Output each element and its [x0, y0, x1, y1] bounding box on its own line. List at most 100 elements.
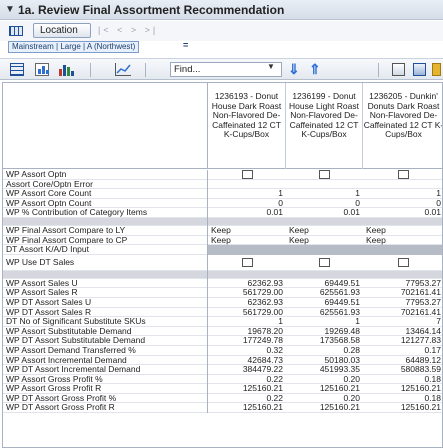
row-label: WP Assort Optn: [3, 170, 208, 180]
filter-bar: Mainstream | Large | A (Northwest) =: [0, 40, 443, 55]
row-label: WP Assort Core Count: [3, 189, 208, 199]
format-icon[interactable]: [413, 63, 426, 76]
row-label: [3, 217, 208, 226]
find-input[interactable]: Find...: [170, 62, 282, 77]
row-label: WP Assort Incremental Demand: [3, 355, 208, 366]
table-cell[interactable]: 561729.00: [208, 307, 286, 318]
table-cell[interactable]: 125160.21: [208, 403, 286, 413]
table-cell[interactable]: Keep: [363, 235, 442, 246]
table-cell[interactable]: [363, 255, 442, 271]
grid-view-icon[interactable]: [9, 26, 23, 36]
row-label: Assort Core/Optn Error: [3, 179, 208, 190]
table-cell[interactable]: 1: [286, 189, 363, 199]
data-grid: 1236193 - Donut House Dark Roast Non-Fla…: [2, 82, 443, 448]
checkbox[interactable]: [398, 170, 409, 180]
row-label: WP Assort Demand Transferred %: [3, 345, 208, 356]
row-label: WP DT Assort Sales R: [3, 307, 208, 318]
table-cell[interactable]: 125160.21: [286, 403, 363, 413]
checkbox[interactable]: [241, 170, 253, 180]
row-label: WP Assort Gross Profit R: [3, 384, 208, 394]
table-row: WP Use DT Sales: [3, 254, 442, 271]
find-next-arrow-icon[interactable]: ⇓: [288, 61, 300, 78]
table-cell[interactable]: 702161.41: [363, 307, 442, 318]
collapse-chevron-icon[interactable]: ▼: [5, 4, 15, 15]
export-icon[interactable]: [392, 63, 405, 76]
table-cell[interactable]: Keep: [286, 235, 363, 246]
highlight-icon[interactable]: [432, 63, 441, 76]
table-row: WP DT Assort Gross Profit % 0.22 0.20 0.18: [3, 393, 442, 404]
checkbox[interactable]: [398, 258, 409, 267]
table-cell[interactable]: [208, 255, 286, 271]
column-header[interactable]: 1236205 - Dunkin' Donuts Dark Roast Non-…: [363, 83, 442, 169]
row-label: WP Use DT Sales: [3, 254, 208, 271]
table-cell[interactable]: [286, 245, 363, 255]
chart-view-icon[interactable]: [35, 63, 49, 76]
table-row: WP Assort Gross Profit R 125160.21 125160.…: [3, 384, 442, 394]
table-cell[interactable]: [208, 245, 286, 255]
table-row: WP Assort Substitutable Demand 19678.20 19…: [3, 326, 442, 337]
bar-chart-icon[interactable]: [59, 63, 74, 76]
toolbar-separator: [90, 63, 91, 77]
table-cell[interactable]: 1: [208, 189, 286, 199]
table-cell[interactable]: [208, 170, 286, 180]
row-label: WP DT Assort Substitutable Demand: [3, 336, 208, 346]
table-row: WP Assort Demand Transferred % 0.32 0.28 0.…: [3, 345, 442, 356]
table-row: DT No of Significant Substitute SKUs 1 1 7: [3, 317, 442, 327]
row-label: DT No of Significant Substitute SKUs: [3, 317, 208, 327]
table-cell[interactable]: [286, 170, 363, 180]
column-header[interactable]: 1236199 - Donut House Light Roast Non-Fl…: [286, 83, 363, 169]
table-cell[interactable]: [208, 180, 286, 190]
toolbar-separator: [378, 63, 379, 77]
row-label: WP Assort Optn Count: [3, 198, 208, 209]
table-cell[interactable]: 0.01: [208, 208, 286, 218]
checkbox[interactable]: [319, 258, 330, 267]
row-label: WP DT Assort Gross Profit R: [3, 403, 208, 414]
table-cell[interactable]: [363, 180, 442, 190]
table-row: WP Assort Core Count 1 1 1: [3, 189, 442, 199]
grid-corner: [3, 83, 208, 169]
find-dropdown-icon[interactable]: ▼: [267, 62, 275, 71]
table-cell[interactable]: [286, 180, 363, 190]
table-cell[interactable]: [363, 170, 442, 180]
table-row: WP Assort Incremental Demand 42684.73 5018…: [3, 355, 442, 366]
row-label: WP DT Assort Gross Profit %: [3, 393, 208, 404]
panel-title-bar: ▼ 1a. Review Final Assortment Recommenda…: [0, 0, 443, 20]
table-cell[interactable]: [363, 245, 442, 255]
checkbox[interactable]: [241, 258, 253, 267]
table-row: WP DT Assort Sales R 561729.00 625561.93 70…: [3, 307, 442, 318]
table-row: WP DT Assort Substitutable Demand 177249.…: [3, 336, 442, 346]
table-row: WP DT Assort Gross Profit R 125160.21 1251…: [3, 403, 442, 414]
find-previous-arrow-icon[interactable]: ⇑: [309, 61, 321, 78]
record-navigation[interactable]: |< < > >|: [98, 25, 158, 35]
checkbox[interactable]: [319, 170, 330, 180]
row-label: DT Assort K/A/D Input: [3, 245, 208, 255]
table-row: WP Assort Gross Profit % 0.22 0.20 0.18: [3, 374, 442, 385]
row-label: WP Assort Sales R: [3, 288, 208, 298]
filter-chip[interactable]: Mainstream | Large | A (Northwest): [8, 41, 140, 53]
table-row: Assort Core/Optn Error: [3, 179, 442, 190]
table-cell[interactable]: 0.01: [363, 208, 442, 218]
grid-body: WP Assort Optn Assort Core/Optn Error WP A…: [3, 170, 442, 414]
table-cell[interactable]: 125160.21: [363, 403, 442, 413]
table-cell[interactable]: 0.01: [286, 208, 363, 218]
row-label: WP Final Assort Compare to LY: [3, 225, 208, 236]
table-row: WP Assort Optn: [3, 170, 442, 180]
table-cell[interactable]: 1: [363, 189, 442, 199]
table-row: WP DT Assort Sales U 62362.93 69449.51 7795…: [3, 297, 442, 308]
table-view-icon[interactable]: [10, 63, 24, 76]
row-label: WP Assort Sales U: [3, 278, 208, 289]
row-label: WP Assort Gross Profit %: [3, 374, 208, 385]
column-header[interactable]: 1236193 - Donut House Dark Roast Non-Fla…: [208, 83, 286, 169]
location-button[interactable]: Location: [33, 23, 91, 38]
table-cell[interactable]: [286, 255, 363, 271]
table-cell[interactable]: 625561.93: [286, 307, 363, 318]
toolbar: Find... ▼ ⇓ ⇑: [0, 58, 443, 80]
row-label: WP % Contribution of Category Items: [3, 208, 208, 218]
table-row: [3, 270, 442, 279]
row-label: WP DT Assort Sales U: [3, 297, 208, 308]
line-chart-icon[interactable]: [115, 63, 131, 76]
table-row: WP Assort Optn Count 0 0 0: [3, 198, 442, 209]
row-label: [3, 270, 208, 279]
row-label: WP Assort Substitutable Demand: [3, 326, 208, 337]
table-cell[interactable]: Keep: [208, 235, 286, 246]
